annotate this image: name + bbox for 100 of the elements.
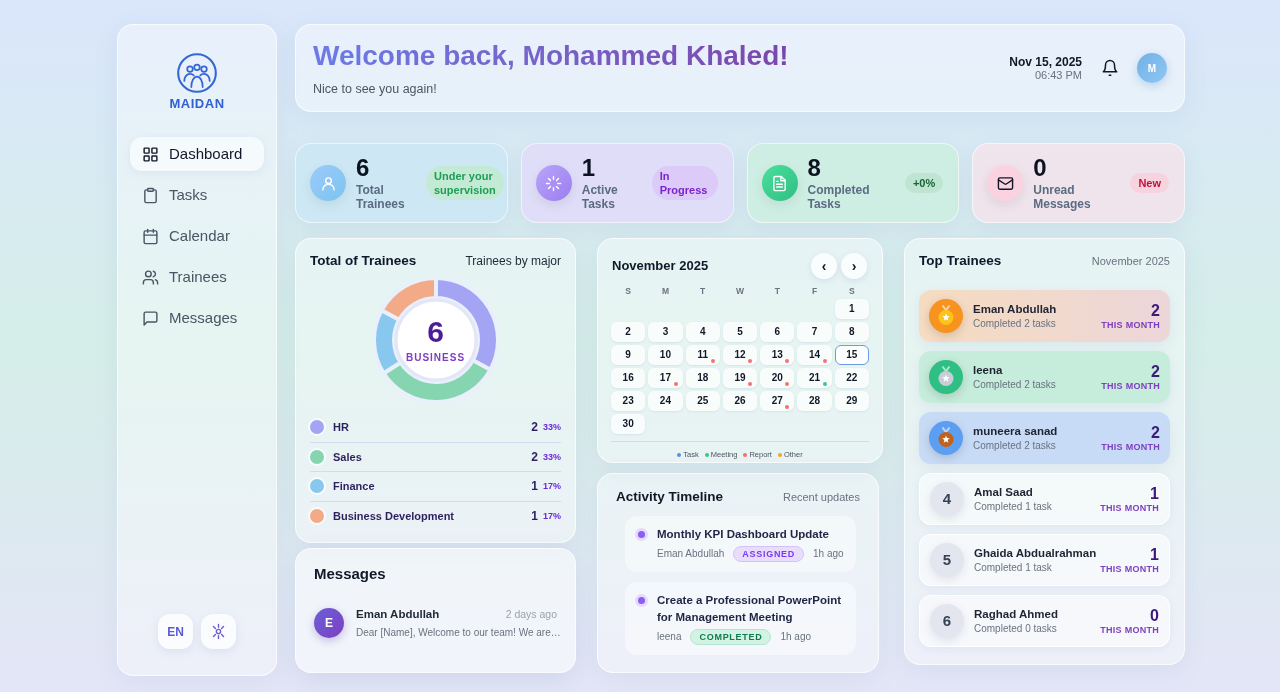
sender-name: Eman Abdullah — [356, 607, 440, 621]
calendar-day[interactable]: 18 — [685, 368, 720, 388]
clipboard-icon — [142, 186, 159, 204]
stat-label: Active Tasks — [581, 183, 619, 211]
calendar-day[interactable]: 17 — [648, 368, 683, 388]
weekday-label: T — [700, 286, 706, 296]
task-count: 2 — [1151, 423, 1160, 442]
weekday-label: T — [774, 286, 780, 296]
task-count: 2 — [1151, 362, 1160, 381]
calendar-day[interactable]: 8 — [834, 322, 869, 342]
task-count: 1 — [1150, 484, 1159, 503]
calendar-day[interactable]: 12 — [722, 345, 758, 365]
next-month-button[interactable]: › — [841, 253, 867, 279]
calendar-day[interactable]: 23 — [611, 391, 646, 411]
major-name: Business Development — [333, 509, 455, 524]
bell-icon[interactable] — [1101, 59, 1119, 77]
trainee-name: Amal Saad — [974, 485, 1034, 500]
time-text: 06:43 PM — [1034, 68, 1082, 82]
sender-avatar: E — [314, 608, 344, 638]
major-name: HR — [333, 420, 349, 435]
stat-label: Unread Messages — [1033, 183, 1092, 211]
weekday-label: M — [661, 286, 669, 296]
trainee-name: leena — [973, 363, 1004, 378]
calendar-day[interactable]: 15 — [834, 345, 869, 365]
date-text: Nov 15, 2025 — [1009, 54, 1082, 69]
sidebar-nav-item[interactable]: Trainees — [130, 260, 264, 294]
card-title: Total of Trainees — [310, 253, 417, 269]
calendar-day[interactable]: 30 — [611, 414, 646, 434]
weekday-label: S — [625, 286, 631, 296]
calendar-day[interactable]: 28 — [797, 391, 832, 411]
calendar-day[interactable]: 7 — [797, 322, 832, 342]
calendar-day[interactable]: 26 — [722, 391, 758, 411]
entry-person: Eman Abdullah — [657, 547, 725, 561]
month-title: November 2025 — [612, 258, 709, 274]
calendar-day[interactable]: 24 — [648, 391, 683, 411]
card-title: Activity Timeline — [616, 489, 724, 505]
document-icon — [761, 165, 798, 201]
message-preview: Dear [Name], Welcome to our team! We are… — [356, 626, 562, 639]
chat-bubble-icon — [142, 309, 159, 327]
calendar-day[interactable]: 5 — [722, 322, 758, 342]
stat-label: Total Trainees — [356, 183, 406, 211]
calendar-day[interactable]: 14 — [797, 345, 832, 365]
weekday-label: F — [811, 286, 818, 296]
calendar-day[interactable]: 29 — [834, 391, 869, 411]
stat-label: Completed Tasks — [807, 183, 871, 211]
people-circle-logo-icon — [176, 52, 218, 94]
grid-icon — [142, 145, 159, 163]
rank-number: 6 — [930, 604, 964, 638]
period-label: THIS MONTH — [1100, 502, 1159, 514]
card-title: Messages — [314, 565, 387, 583]
rank-number: 4 — [930, 482, 964, 516]
calendar-day[interactable]: 2 — [611, 322, 646, 342]
trainee-detail: Completed 2 tasks — [973, 439, 1057, 452]
stat-value: 8 — [807, 155, 822, 181]
calendar-day[interactable]: 13 — [760, 345, 795, 365]
calendar-day[interactable]: 1 — [834, 299, 869, 319]
calendar-day[interactable]: 21 — [797, 368, 832, 388]
calendar-day[interactable]: 3 — [648, 322, 683, 342]
language-button[interactable]: EN — [158, 614, 193, 649]
major-count: 1 — [531, 509, 538, 524]
calendar-day[interactable]: 16 — [611, 368, 646, 388]
sidebar-nav-item[interactable]: Tasks — [130, 178, 264, 212]
trainee-detail: Completed 2 tasks — [973, 317, 1057, 330]
calendar-day[interactable]: 6 — [760, 322, 795, 342]
card-subtitle: Recent updates — [782, 490, 860, 505]
trainee-detail: Completed 1 task — [974, 561, 1053, 574]
calendar-day[interactable]: 25 — [685, 391, 720, 411]
stat-badge: +0% — [904, 173, 944, 193]
status-badge: ASSIGNED — [733, 546, 805, 562]
task-count: 1 — [1150, 545, 1159, 564]
previous-month-button[interactable]: ‹ — [811, 253, 837, 279]
weekday-label: S — [849, 286, 855, 296]
stat-badge: In Progress — [651, 166, 718, 200]
total-count: 6 — [427, 316, 444, 348]
entry-title: Monthly KPI Dashboard Update — [657, 527, 830, 542]
status-badge: COMPLETED — [690, 629, 772, 645]
calendar-day[interactable]: 4 — [685, 322, 720, 342]
period-label: THIS MONTH — [1101, 380, 1160, 392]
card-title: Top Trainees — [919, 253, 1002, 269]
sidebar-nav-item[interactable]: Calendar — [130, 219, 264, 253]
sidebar-nav-item[interactable]: Messages — [130, 301, 264, 335]
stat-value: 6 — [356, 155, 371, 181]
calendar-day[interactable]: 20 — [760, 368, 795, 388]
calendar-day[interactable]: 10 — [648, 345, 683, 365]
calendar-day[interactable]: 22 — [834, 368, 869, 388]
task-count: 2 — [1151, 301, 1160, 320]
sidebar-nav-item[interactable]: Dashboard — [130, 137, 264, 171]
spinner-icon — [535, 165, 572, 201]
sun-icon — [210, 623, 227, 640]
trainee-name: muneera sanad — [973, 424, 1058, 439]
calendar-day[interactable]: 27 — [760, 391, 795, 411]
calendar-day[interactable]: 11 — [685, 345, 720, 365]
trainee-detail: Completed 1 task — [974, 500, 1052, 513]
calendar-icon — [142, 227, 159, 245]
calendar-day[interactable]: 9 — [611, 345, 646, 365]
period-label: THIS MONTH — [1100, 563, 1159, 575]
calendar-day[interactable]: 19 — [722, 368, 758, 388]
theme-toggle-button[interactable] — [201, 614, 236, 649]
envelope-icon — [987, 165, 1024, 201]
entry-time: 1h ago — [813, 547, 844, 561]
